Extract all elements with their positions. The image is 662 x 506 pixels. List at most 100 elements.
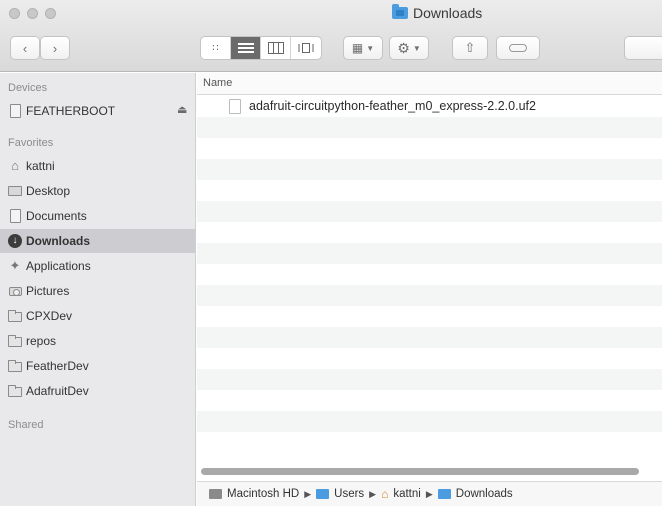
empty-row <box>197 369 662 390</box>
chevron-down-icon: ▼ <box>366 43 375 53</box>
sidebar-item-label: FEATHERBOOT <box>26 104 116 118</box>
folder-icon <box>8 384 22 398</box>
empty-row <box>197 222 662 243</box>
sidebar-item-label: Pictures <box>26 284 70 298</box>
sidebar-item-label: Documents <box>26 209 87 223</box>
file-icon <box>229 99 241 114</box>
path-bar: Macintosh HD ▶ Users ▶ ⌂ kattni ▶ Downlo… <box>197 481 662 506</box>
forward-button[interactable]: › <box>40 36 70 60</box>
empty-row <box>197 117 662 138</box>
view-mode-segmented-control: ∷ <box>200 36 322 60</box>
finder-window: Downloads ‹ › ∷ ▦ ▼ ⚙ ▼ ⇧ Devices FEATHE… <box>0 0 662 506</box>
window-title-text: Downloads <box>413 5 483 21</box>
icon-view-button[interactable]: ∷ <box>201 37 231 59</box>
sidebar-item-featherboot[interactable]: FEATHERBOOT ⏏ <box>0 99 195 123</box>
sidebar-item-downloads[interactable]: ↓ Downloads <box>0 229 195 253</box>
empty-row <box>197 180 662 201</box>
gear-icon: ⚙ <box>397 39 410 56</box>
file-name: adafruit-circuitpython-feather_m0_expres… <box>249 99 536 113</box>
path-segment-kattni[interactable]: kattni <box>393 488 421 500</box>
path-segment-macintosh-hd[interactable]: Macintosh HD <box>227 488 299 500</box>
sidebar-item-pictures[interactable]: Pictures <box>0 279 195 303</box>
share-button[interactable]: ⇧ <box>452 36 488 60</box>
chevron-down-icon: ▼ <box>412 43 421 53</box>
grid-icon: ▦ <box>351 41 364 55</box>
empty-row <box>197 138 662 159</box>
eject-icon[interactable]: ⏏ <box>177 103 187 116</box>
sidebar-section-shared: Shared <box>8 419 44 431</box>
empty-row <box>197 411 662 432</box>
folder-icon <box>316 489 330 499</box>
sidebar-item-label: CPXDev <box>26 309 73 323</box>
home-icon: ⌂ <box>11 158 19 173</box>
sidebar-item-documents[interactable]: Documents <box>0 204 195 228</box>
sidebar-section-favorites: Favorites <box>8 137 54 149</box>
empty-row <box>197 243 662 264</box>
chevron-left-icon: ‹ <box>22 40 28 56</box>
sidebar-item-repos[interactable]: repos <box>0 329 195 353</box>
folder-icon <box>8 334 22 348</box>
empty-row <box>197 327 662 348</box>
documents-icon <box>8 209 22 223</box>
empty-row <box>197 201 662 222</box>
file-list: Name adafruit-circuitpython-feather_m0_e… <box>197 73 662 506</box>
empty-row <box>197 432 662 453</box>
search-field[interactable] <box>624 36 662 60</box>
horizontal-scrollbar[interactable] <box>199 466 659 476</box>
gallery-view-button[interactable] <box>291 37 321 59</box>
empty-row <box>197 285 662 306</box>
sidebar: Devices FEATHERBOOT ⏏ Favorites ⌂ kattni… <box>0 73 196 506</box>
scrollbar-thumb[interactable] <box>201 468 639 475</box>
sidebar-item-cpxdev[interactable]: CPXDev <box>0 304 195 328</box>
name-column-header[interactable]: Name <box>197 73 662 95</box>
empty-row <box>197 306 662 327</box>
sidebar-item-kattni[interactable]: ⌂ kattni <box>0 154 195 178</box>
path-segment-downloads[interactable]: Downloads <box>456 488 513 500</box>
tag-icon <box>509 44 527 52</box>
applications-icon: ✦ <box>9 258 21 273</box>
sidebar-item-label: Desktop <box>26 184 71 198</box>
file-row[interactable]: adafruit-circuitpython-feather_m0_expres… <box>197 96 662 117</box>
icon-view-icon: ∷ <box>212 42 219 54</box>
downloads-folder-icon <box>392 4 408 19</box>
zoom-window-button[interactable] <box>45 8 56 19</box>
sidebar-item-featherdev[interactable]: FeatherDev <box>0 354 195 378</box>
list-view-icon <box>237 43 254 53</box>
action-button[interactable]: ⚙ ▼ <box>389 36 429 60</box>
sidebar-item-label: Downloads <box>26 234 91 248</box>
sidebar-item-applications[interactable]: ✦ Applications <box>0 254 195 278</box>
sidebar-item-label: kattni <box>26 159 55 173</box>
empty-row <box>197 390 662 411</box>
column-header-label: Name <box>203 77 233 89</box>
sidebar-item-desktop[interactable]: Desktop <box>0 179 195 203</box>
sidebar-item-label: Applications <box>26 259 91 273</box>
camera-icon <box>8 284 22 298</box>
downloads-icon: ↓ <box>8 234 22 248</box>
back-button[interactable]: ‹ <box>10 36 40 60</box>
hard-drive-icon <box>209 489 222 499</box>
list-view-button[interactable] <box>231 37 261 59</box>
column-view-icon <box>267 42 284 54</box>
empty-row <box>197 348 662 369</box>
desktop-icon <box>8 184 22 198</box>
chevron-right-icon: ▶ <box>369 488 377 499</box>
minimize-window-button[interactable] <box>27 8 38 19</box>
chevron-right-icon: ▶ <box>425 488 433 499</box>
sidebar-item-adafruitdev[interactable]: AdafruitDev <box>0 379 195 403</box>
close-window-button[interactable] <box>9 8 20 19</box>
sidebar-item-label: repos <box>26 334 57 348</box>
edit-tags-button[interactable] <box>496 36 540 60</box>
folder-icon <box>437 489 451 499</box>
home-icon: ⌂ <box>381 487 389 501</box>
sidebar-section-devices: Devices <box>8 82 48 94</box>
window-title: Downloads <box>392 4 482 22</box>
title-bar: Downloads ‹ › ∷ ▦ ▼ ⚙ ▼ ⇧ <box>0 0 662 72</box>
path-segment-users[interactable]: Users <box>334 488 364 500</box>
sidebar-item-label: FeatherDev <box>26 359 89 373</box>
drive-icon <box>8 104 22 118</box>
folder-icon <box>8 359 22 373</box>
empty-row <box>197 264 662 285</box>
folder-icon <box>8 309 22 323</box>
arrange-button[interactable]: ▦ ▼ <box>343 36 383 60</box>
column-view-button[interactable] <box>261 37 291 59</box>
